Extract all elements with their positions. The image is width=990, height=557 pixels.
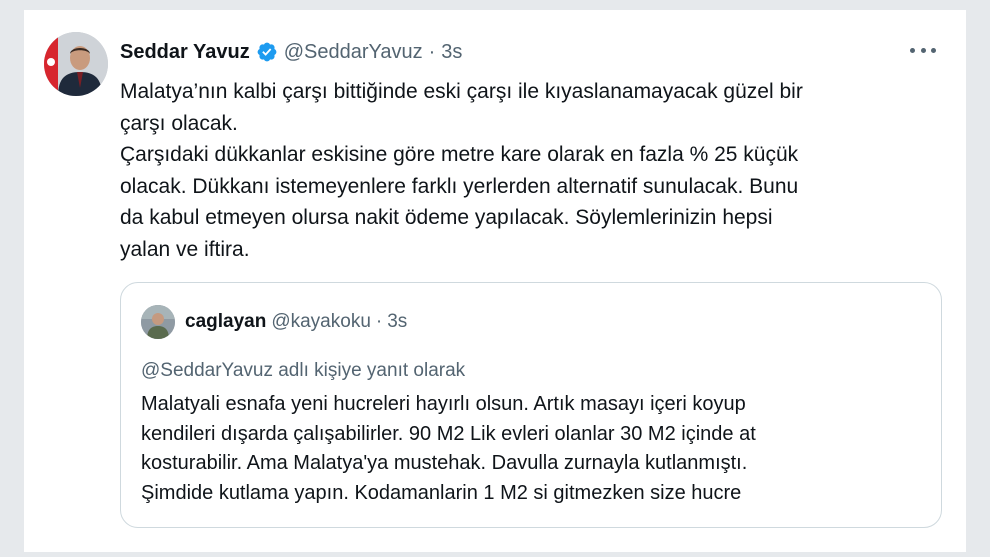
quote-text-line: kendileri dışarda çalışabilirler. 90 M2 … xyxy=(141,422,756,445)
tweet-text-line: da kabul etmeyen olursa nakit ödeme yapı… xyxy=(120,206,773,229)
quote-author-name[interactable]: caglayan xyxy=(185,310,266,334)
tweet-text-line: Malatya’nın kalbi çarşı bittiğinde eski … xyxy=(120,80,803,103)
author-avatar-image xyxy=(44,32,108,96)
quote-author-avatar[interactable] xyxy=(141,305,175,339)
tweet-text: Malatya’nın kalbi çarşı bittiğinde eski … xyxy=(120,76,930,265)
author-avatar[interactable] xyxy=(44,32,108,96)
tweet-text-line: yalan ve iftira. xyxy=(120,237,250,261)
tweet-text-line: çarşı olacak. xyxy=(120,111,238,135)
quote-text-line: kosturabilir. Ama Malatya'ya mustehak. D… xyxy=(141,452,748,474)
quote-text: Malatyali esnafa yeni hucreleri hayırlı … xyxy=(141,390,921,508)
more-horizontal-icon[interactable] xyxy=(910,40,936,60)
quote-text-line: Malatyali esnafa yeni hucreleri hayırlı … xyxy=(141,393,746,415)
tweet-card[interactable]: Seddar Yavuz @SeddarYavuz · 3s Malatya’n… xyxy=(24,10,966,552)
tweet-text-line: Çarşıdaki dükkanlar eskisine göre metre … xyxy=(120,143,799,166)
quoted-tweet[interactable]: caglayan @kayakoku · 3s @SeddarYavuz adl… xyxy=(120,282,942,528)
quote-avatar-image xyxy=(141,305,175,339)
tweet-timestamp[interactable]: 3s xyxy=(441,40,462,64)
author-handle[interactable]: @SeddarYavuz xyxy=(284,40,423,64)
separator-dot: · xyxy=(375,311,383,332)
verified-badge-icon xyxy=(256,41,278,63)
separator-dot: · xyxy=(428,41,436,63)
quote-timestamp[interactable]: 3s xyxy=(387,310,407,334)
tweet-header: Seddar Yavuz @SeddarYavuz · 3s xyxy=(120,40,462,64)
quote-header: caglayan @kayakoku · 3s xyxy=(185,310,407,334)
quote-author-handle[interactable]: @kayakoku xyxy=(271,310,371,334)
quote-text-line: Şimdide kutlama yapın. Kodamanlarin 1 M2… xyxy=(141,481,742,504)
author-name[interactable]: Seddar Yavuz xyxy=(120,40,250,64)
tweet-text-line: olacak. Dükkanı istemeyenlere farklı yer… xyxy=(120,174,799,198)
reply-context: @SeddarYavuz adlı kişiye yanıt olarak xyxy=(141,360,466,381)
